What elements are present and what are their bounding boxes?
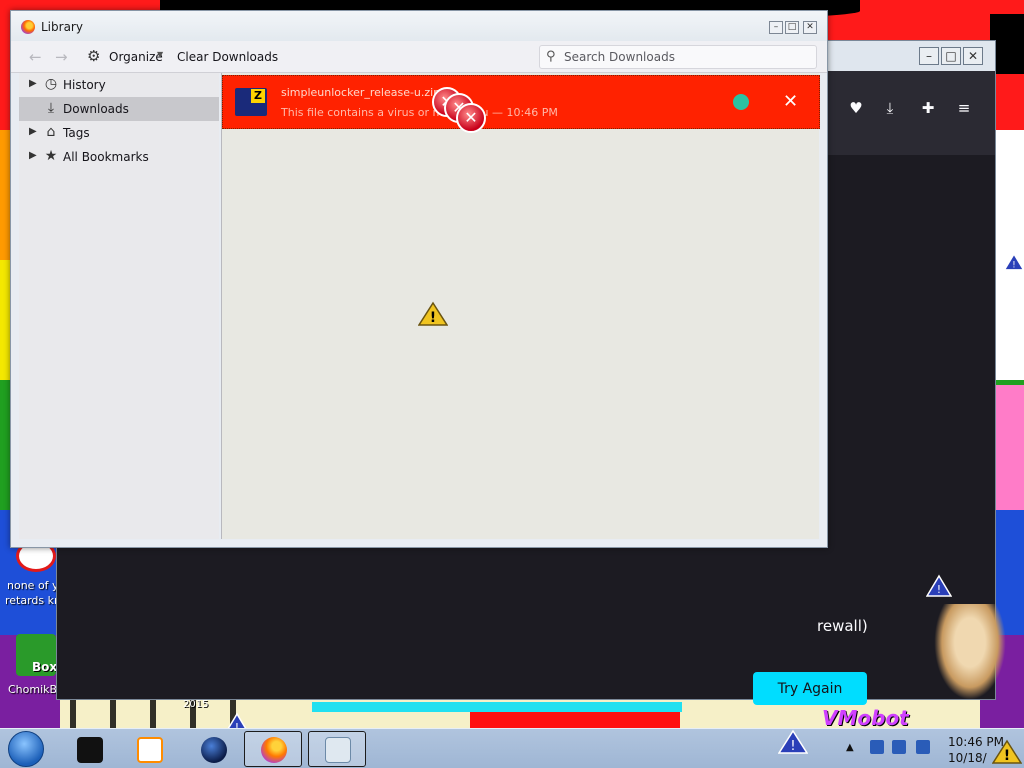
close-button[interactable]: ✕: [803, 21, 817, 34]
organize-button[interactable]: Organize: [109, 50, 163, 64]
taskbar: ! ▲ 10:46 PM 10/18/ !: [0, 728, 1024, 768]
desktop-icon-label: ChomikB: [8, 683, 58, 696]
tag-icon: ⌂: [46, 124, 56, 140]
search-box[interactable]: ⚲: [539, 45, 817, 69]
star-icon: ★: [44, 148, 58, 164]
taskbar-app-browser[interactable]: [184, 731, 242, 767]
volume-icon[interactable]: [916, 740, 930, 754]
library-sidebar: ▶ ◷ History ⤓ Downloads ▶ ⌂ Tags ▶ ★ All…: [19, 73, 219, 539]
menu-icon[interactable]: ≡: [955, 99, 973, 117]
wallpaper-year-text: 2015: [183, 699, 209, 710]
svg-text:!: !: [1004, 748, 1010, 764]
zip-file-icon: [235, 88, 267, 116]
notepad-icon: [325, 737, 351, 763]
desktop-icon-label: retards kn: [5, 594, 61, 607]
library-toolbar: ← → ⚙ Organize ▼ Clear Downloads ⚲: [11, 41, 827, 73]
taskbar-app-firefox[interactable]: [244, 731, 302, 767]
warning-icon: !: [991, 739, 1023, 765]
globe-icon: [201, 737, 227, 763]
library-titlebar[interactable]: Library – □ ✕: [11, 11, 827, 41]
warning-icon: !: [777, 729, 809, 755]
forward-arrow-icon[interactable]: →: [55, 48, 68, 66]
desktop-icon-label: none of y: [7, 579, 59, 592]
svg-text:!: !: [790, 739, 795, 754]
media-player-icon: [137, 737, 163, 763]
extensions-icon[interactable]: ✚: [919, 99, 937, 117]
search-input[interactable]: [564, 49, 810, 65]
dismiss-icon[interactable]: ✕: [783, 91, 798, 112]
wallpaper-red-bar: [470, 712, 680, 728]
sidebar-item-label: Tags: [63, 126, 90, 140]
start-button[interactable]: [8, 731, 44, 767]
search-icon: ⚲: [546, 49, 556, 64]
download-item[interactable]: simpleunlocker_release-u.zip This file c…: [222, 75, 820, 129]
svg-text:!: !: [1012, 259, 1015, 269]
warning-icon: !: [925, 574, 953, 598]
expand-arrow-icon[interactable]: ▶: [29, 126, 37, 137]
taskbar-app-notepad[interactable]: [308, 731, 366, 767]
sidebar-item-label: Downloads: [63, 102, 129, 116]
vmobot-logo-text: VMobot: [822, 706, 909, 730]
error-icons-overlay: ✕ ✕ ✕: [432, 85, 512, 141]
desktop-icon-chomikbox[interactable]: [16, 634, 57, 676]
minimize-button[interactable]: –: [769, 21, 783, 34]
network-icon[interactable]: [892, 740, 906, 754]
expand-arrow-icon[interactable]: ▶: [29, 78, 37, 89]
gear-icon[interactable]: ⚙: [87, 48, 103, 64]
taskbar-app-cmd[interactable]: [60, 731, 118, 767]
chevron-down-icon[interactable]: ▼: [157, 50, 163, 59]
clear-downloads-button[interactable]: Clear Downloads: [177, 50, 278, 64]
wallpaper-pink-strip: [996, 385, 1024, 510]
window-title: Library: [41, 20, 83, 34]
sidebar-item-label: History: [63, 78, 106, 92]
warning-icon: !: [1003, 250, 1024, 274]
show-hidden-icons-icon[interactable]: ▲: [846, 742, 854, 753]
taskbar-app-media-player[interactable]: [120, 731, 178, 767]
maximize-button[interactable]: □: [785, 21, 799, 34]
sidebar-item-label: All Bookmarks: [63, 150, 149, 164]
warning-icon: !: [417, 301, 449, 327]
hamster-image: [934, 604, 1006, 700]
download-status: This file contains a virus or ma 1nc.ru …: [281, 106, 558, 119]
try-again-button[interactable]: Try Again: [753, 672, 867, 705]
library-window[interactable]: Library – □ ✕ ← → ⚙ Organize ▼ Clear Dow…: [10, 10, 828, 548]
downloads-icon[interactable]: ⤓: [881, 99, 899, 117]
terminal-icon: [77, 737, 103, 763]
download-icon: ⤓: [47, 100, 55, 116]
error-icon: ✕: [456, 103, 486, 133]
svg-text:!: !: [937, 583, 941, 596]
sidebar-item-downloads[interactable]: ⤓ Downloads: [19, 97, 219, 121]
firefox-icon: [21, 20, 35, 34]
sidebar-item-history[interactable]: ▶ ◷ History: [19, 73, 219, 97]
history-icon: ◷: [44, 76, 58, 92]
error-page-text: rewall): [817, 617, 868, 635]
system-tray: ▲ 10:46 PM 10/18/ !: [842, 731, 1024, 767]
svg-text:!: !: [430, 310, 436, 326]
expand-arrow-icon[interactable]: ▶: [29, 150, 37, 161]
downloads-list: simpleunlocker_release-u.zip This file c…: [221, 73, 820, 539]
firefox-icon: [261, 737, 287, 763]
clock-date[interactable]: 10/18/: [948, 751, 987, 765]
sidebar-item-all-bookmarks[interactable]: ▶ ★ All Bookmarks: [19, 145, 219, 169]
wallpaper-cyan-bar: [312, 702, 682, 712]
pocket-icon[interactable]: ♥: [847, 99, 865, 117]
minimize-button[interactable]: –: [919, 47, 939, 65]
close-button[interactable]: ✕: [963, 47, 983, 65]
download-filename: simpleunlocker_release-u.zip: [281, 86, 441, 99]
maximize-button[interactable]: □: [941, 47, 961, 65]
sidebar-item-tags[interactable]: ▶ ⌂ Tags: [19, 121, 219, 145]
back-arrow-icon[interactable]: ←: [29, 48, 42, 66]
status-indicator-icon: [733, 94, 749, 110]
tray-app-icon[interactable]: [870, 740, 884, 754]
